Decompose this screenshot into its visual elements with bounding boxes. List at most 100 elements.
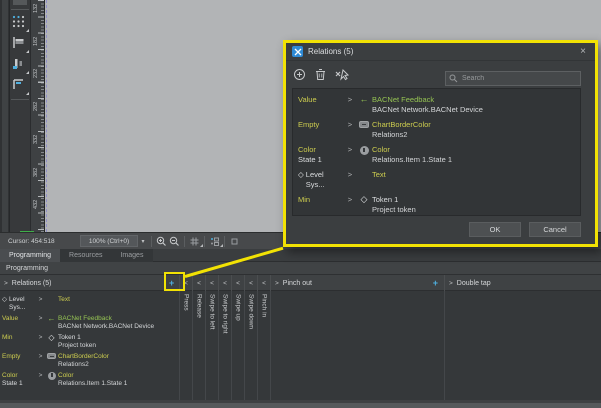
- column-label: Release: [195, 294, 203, 318]
- expand-chevron-icon[interactable]: >: [275, 280, 279, 287]
- zoom-dropdown-icon[interactable]: ▾: [138, 238, 148, 245]
- close-icon[interactable]: ×: [577, 46, 589, 57]
- diamond-icon: ◇: [360, 194, 368, 204]
- search-icon: [449, 70, 458, 88]
- collapsed-column-header-swipe-to-right[interactable]: <: [219, 275, 232, 291]
- relations-list: ◇ Level Sys... > Text Value > ← BACNet Feedback B…: [0, 291, 180, 400]
- ok-button[interactable]: OK: [469, 222, 521, 237]
- relation-left-text: Color State 1: [2, 371, 23, 387]
- collapse-chevron-icon[interactable]: <: [210, 280, 214, 287]
- collapse-chevron-icon[interactable]: <: [223, 280, 227, 287]
- collapse-chevron-icon[interactable]: <: [197, 280, 201, 287]
- snap-icon[interactable]: [208, 235, 223, 248]
- collapsed-column-header-release[interactable]: <: [193, 275, 206, 291]
- relation-target-text: BACNet Feedback BACNet Network.BACNet Dev…: [58, 314, 155, 330]
- select-dots-grid-icon[interactable]: [12, 15, 29, 32]
- deselect-icon[interactable]: [334, 67, 349, 82]
- panel-title: Programming: [0, 262, 601, 275]
- statusbar-separator: [224, 235, 225, 247]
- collapsed-column-header-swipe-up[interactable]: <: [232, 275, 245, 291]
- collapsed-column-header-swipe-down[interactable]: <: [245, 275, 258, 291]
- zoom-in-icon[interactable]: [155, 235, 168, 248]
- relation-item-color[interactable]: Color State 1 > Color Relations.Item 1.State…: [0, 370, 179, 389]
- collapsed-column-body-pinch-in[interactable]: Pinch in: [258, 291, 271, 400]
- relation-direction-icon: >: [38, 314, 43, 322]
- relation-target-text: Color Relations.Item 1.State 1: [372, 145, 453, 164]
- dialog-titlebar: Relations (5) ×: [286, 43, 595, 61]
- relations-section-header[interactable]: > Relations (5) +: [0, 275, 180, 291]
- pinch-out-body[interactable]: [271, 291, 445, 400]
- expand-chevron-icon[interactable]: >: [4, 280, 8, 287]
- relation-item-level[interactable]: ◇ Level Sys... > Text: [295, 167, 578, 192]
- dialog-title: Relations (5): [308, 47, 354, 56]
- tool-flyout-arrow[interactable]: [26, 92, 29, 95]
- expand-chevron-icon[interactable]: >: [449, 280, 453, 287]
- arrange-corner-icon[interactable]: [12, 78, 29, 95]
- zoom-level-box[interactable]: 100% (Ctrl+0): [80, 235, 138, 247]
- relation-left-label: Color State 1: [2, 372, 36, 388]
- scrollbar-thumb[interactable]: [0, 403, 601, 408]
- relation-left-text: Level Sys...: [305, 170, 325, 189]
- relation-item-min[interactable]: Min > ◇ Token 1 Project token: [0, 332, 179, 351]
- tool-flyout-arrow[interactable]: [26, 29, 29, 32]
- relation-direction-icon: >: [347, 95, 353, 104]
- add-relation-icon[interactable]: [292, 67, 307, 82]
- relation-item-value[interactable]: Value > ← BACNet Feedback BACNet Network.BAC…: [0, 313, 179, 332]
- double-tap-section-header[interactable]: > Double tap: [445, 275, 601, 291]
- column-label: Pinch in: [260, 294, 268, 318]
- collapsed-column-header-swipe-to-left[interactable]: <: [206, 275, 219, 291]
- add-pinch-out-button[interactable]: +: [433, 278, 438, 288]
- ruler-label: 232: [33, 68, 39, 78]
- collapse-chevron-icon[interactable]: <: [262, 280, 266, 287]
- relation-left-label: Value: [298, 95, 344, 105]
- collapsed-column-body-release[interactable]: Release: [193, 291, 206, 400]
- collapse-chevron-icon[interactable]: <: [249, 280, 253, 287]
- collapsed-column-body-swipe-to-left[interactable]: Swipe to left: [206, 291, 219, 400]
- double-tap-label: Double tap: [456, 279, 491, 287]
- collapse-chevron-icon[interactable]: <: [236, 280, 240, 287]
- search-input[interactable]: [445, 70, 581, 86]
- snap-dropdown-arrow[interactable]: [220, 243, 223, 247]
- relation-item-empty[interactable]: Empty > ChartBorderColor Relations2: [295, 117, 578, 142]
- relation-left-text: Value: [2, 314, 19, 322]
- programming-grid: > Relations (5) + < < < < < < < > Pinch out + …: [0, 275, 601, 400]
- grid-dropdown-arrow[interactable]: [200, 243, 203, 247]
- relation-direction-icon: >: [38, 371, 43, 379]
- relation-item-level[interactable]: ◇ Level Sys... > Text: [0, 294, 179, 313]
- relation-type-icon: [45, 371, 58, 382]
- delete-relation-icon[interactable]: [313, 67, 328, 82]
- relation-item-color[interactable]: Color State 1 > Color Relations.Item 1.State…: [295, 142, 578, 167]
- relation-item-value[interactable]: Value > ← BACNet Feedback BACNet Network.BAC…: [295, 92, 578, 117]
- align-bars-icon[interactable]: [12, 57, 29, 74]
- screen-rect-icon: [47, 352, 56, 359]
- object-flag-icon[interactable]: [12, 36, 29, 53]
- double-tap-body[interactable]: [445, 291, 601, 400]
- pinch-out-section-header[interactable]: > Pinch out +: [271, 275, 445, 291]
- ruler-label: 182: [33, 36, 39, 46]
- tab-images[interactable]: Images: [111, 249, 152, 262]
- relation-item-empty[interactable]: Empty > ChartBorderColor Relations2: [0, 351, 179, 370]
- cancel-button[interactable]: Cancel: [529, 222, 581, 237]
- column-label: Swipe to right: [221, 294, 229, 334]
- tool-flyout-arrow[interactable]: [26, 50, 29, 53]
- collapsed-column-body-swipe-down[interactable]: Swipe down: [245, 291, 258, 400]
- grid-icon[interactable]: [188, 235, 203, 248]
- tool-flyout-arrow[interactable]: [26, 71, 29, 74]
- relation-left-text: Empty: [2, 352, 21, 360]
- toolbar-separator: [11, 99, 29, 100]
- vertical-ruler: 132182232282332382432482: [31, 0, 45, 241]
- collapsed-column-body-swipe-to-right[interactable]: Swipe to right: [219, 291, 232, 400]
- collapsed-column-body-press[interactable]: Press: [180, 291, 193, 400]
- relation-type-icon: ◇: [45, 333, 58, 342]
- collapsed-column-header-pinch-in[interactable]: <: [258, 275, 271, 291]
- relation-item-min[interactable]: Min > ◇ Token 1 Project token: [295, 192, 578, 215]
- misc-icon[interactable]: [228, 235, 241, 248]
- statusbar-separator: [151, 235, 152, 247]
- relation-direction-icon: >: [347, 170, 353, 179]
- zoom-out-icon[interactable]: [168, 235, 181, 248]
- tab-resources[interactable]: Resources: [60, 249, 111, 262]
- partial-tool-icon[interactable]: [13, 0, 27, 5]
- collapsed-column-body-swipe-up[interactable]: Swipe up: [232, 291, 245, 400]
- horizontal-scrollbar[interactable]: [0, 400, 601, 408]
- tab-programming[interactable]: Programming: [0, 249, 61, 262]
